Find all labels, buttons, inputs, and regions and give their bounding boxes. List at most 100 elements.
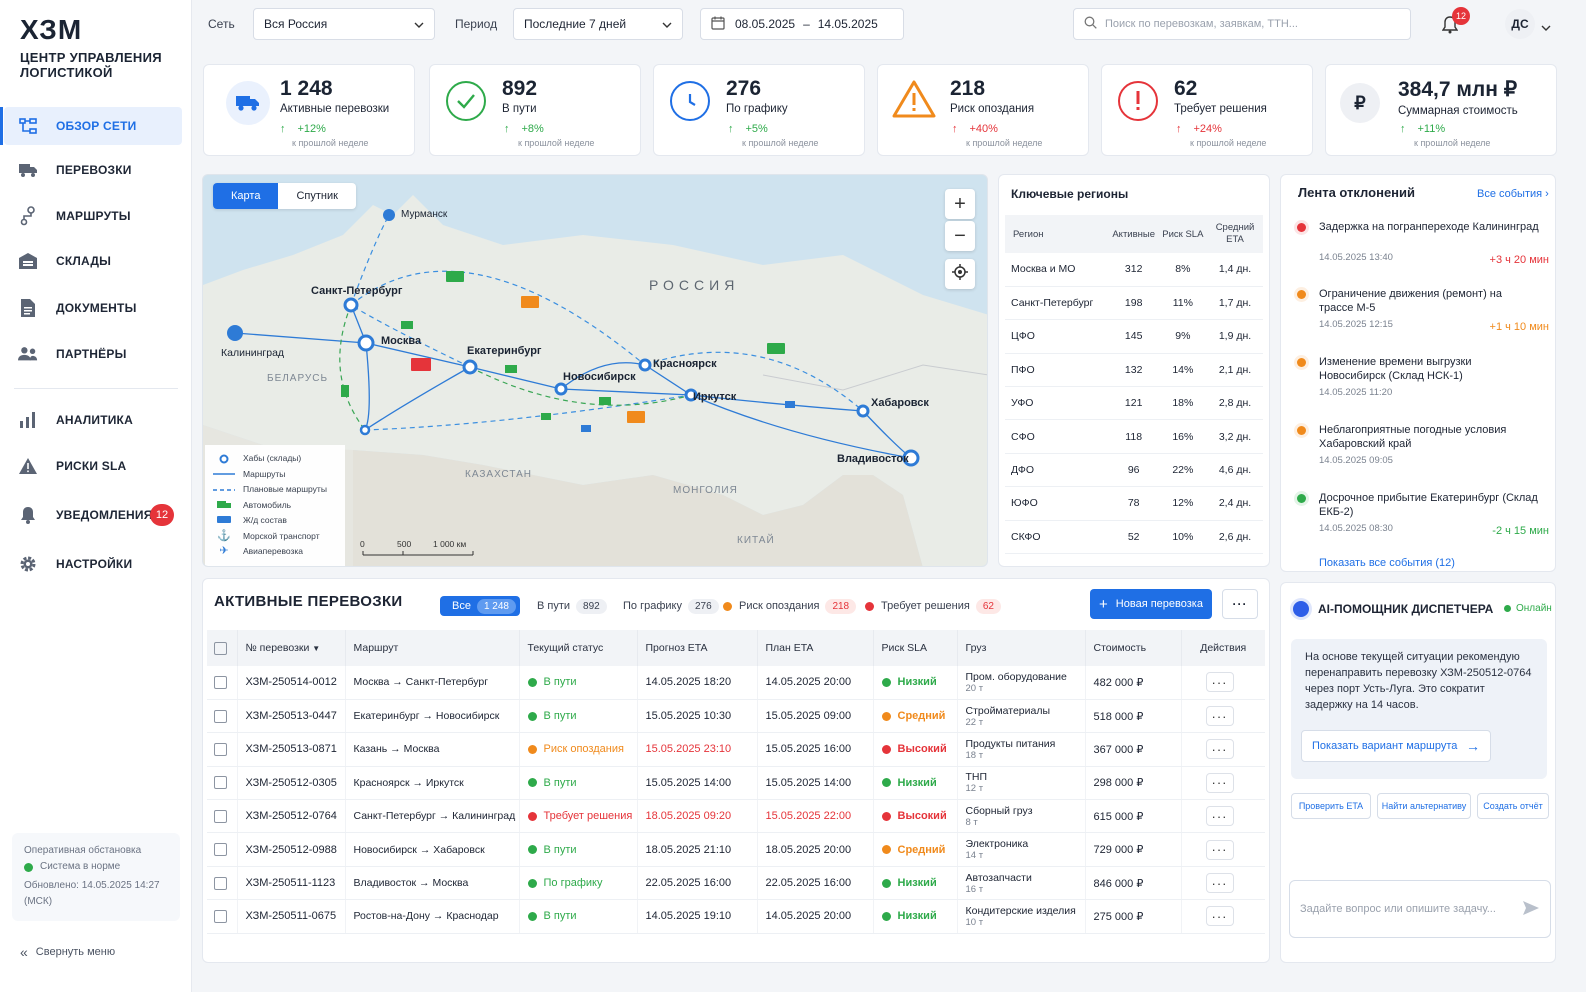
- shipment-id[interactable]: ХЗМ-250511-1123: [237, 866, 346, 901]
- city-spb[interactable]: Санкт-Петербург: [311, 285, 402, 297]
- ai-prompt-box[interactable]: [1289, 880, 1551, 938]
- shipment-row[interactable]: ХЗМ-250512-0764 Санкт-Петербург → Калинин…: [207, 799, 1265, 834]
- city-ekaterinburg[interactable]: Екатеринбург: [467, 345, 542, 357]
- shipment-row[interactable]: ХЗМ-250511-1123 Владивосток → Москва По гр…: [207, 866, 1265, 901]
- collapse-menu-button[interactable]: « Свернуть меню: [20, 944, 115, 960]
- sidebar-item-settings[interactable]: НАСТРОЙКИ: [4, 545, 182, 583]
- kpi-needs-decision[interactable]: 62 Требует решения ↑ +24% к прошлой недел…: [1101, 64, 1313, 156]
- new-shipment-button[interactable]: + Новая перевозка: [1090, 589, 1212, 619]
- shipment-id[interactable]: ХЗМ-250512-0988: [237, 832, 346, 867]
- feed-item[interactable]: Досрочное прибытие Екатеринбург (Склад Е…: [1295, 491, 1549, 553]
- col-shipment-id[interactable]: № перевозки ▼: [237, 630, 346, 666]
- region-row[interactable]: ДФО 96 22% 4,6 дн.: [1005, 453, 1263, 488]
- shipment-id[interactable]: ХЗМ-250512-0305: [237, 766, 346, 801]
- shipment-id[interactable]: ХЗМ-250513-0871: [237, 732, 346, 767]
- kpi-total-cost[interactable]: ₽ 384,7 млн ₽ Суммарная стоимость ↑ +11% …: [1325, 64, 1557, 156]
- network-map[interactable]: Карта Спутник + − РОССИЯ БЕЛАРУСЬ КАЗАХС…: [202, 174, 988, 567]
- shipment-row[interactable]: ХЗМ-250514-0012 Москва → Санкт-Петербург В…: [207, 666, 1265, 700]
- region-row[interactable]: Санкт-Петербург 198 11% 1,7 дн.: [1005, 286, 1263, 321]
- select-all-checkbox[interactable]: [214, 641, 227, 655]
- region-row[interactable]: УФО 121 18% 2,8 дн.: [1005, 386, 1263, 421]
- row-actions-button[interactable]: ···: [1205, 739, 1234, 760]
- row-checkbox[interactable]: [214, 909, 227, 923]
- region-row[interactable]: Москва и МО 312 8% 1,4 дн.: [1005, 253, 1263, 287]
- col-route[interactable]: Маршрут: [345, 630, 520, 666]
- show-all-events-link[interactable]: Показать все события (12): [1319, 557, 1455, 569]
- sidebar-item-documents[interactable]: ДОКУМЕНТЫ: [4, 289, 182, 327]
- region-row[interactable]: СФО 118 16% 3,2 дн.: [1005, 419, 1263, 454]
- find-alternative-chip[interactable]: Найти альтернативу: [1377, 793, 1471, 819]
- city-novosibirsk[interactable]: Новосибирск: [563, 371, 636, 383]
- shipment-row[interactable]: ХЗМ-250513-0871 Казань → Москва Риск опозд…: [207, 732, 1265, 767]
- feed-item[interactable]: Изменение времени выгрузки Новосибирск (…: [1295, 355, 1549, 417]
- ai-prompt-input[interactable]: [1300, 903, 1510, 915]
- city-irkutsk[interactable]: Иркутск: [693, 391, 736, 403]
- col-status[interactable]: Текущий статус: [519, 630, 638, 666]
- zoom-in-button[interactable]: +: [945, 189, 975, 219]
- search-input[interactable]: [1105, 18, 1385, 30]
- shipment-row[interactable]: ХЗМ-250511-0675 Ростов-на-Дону → Краснода…: [207, 899, 1265, 934]
- filter-needs-decision[interactable]: Требует решения 62: [865, 596, 1001, 616]
- sidebar-item-analytics[interactable]: АНАЛИТИКА: [4, 401, 182, 439]
- col-actions[interactable]: Действия: [1181, 630, 1265, 666]
- send-icon[interactable]: [1522, 900, 1540, 919]
- kpi-delay-risk[interactable]: 218 Риск опоздания ↑ +40% к прошлой недел…: [877, 64, 1089, 156]
- shipment-row[interactable]: ХЗМ-250512-0988 Новосибирск → Хабаровск В …: [207, 832, 1265, 867]
- city-moscow[interactable]: Москва: [381, 335, 421, 347]
- kpi-on-schedule[interactable]: 276 По графику ↑ +5% к прошлой неделе: [653, 64, 865, 156]
- kpi-active-shipments[interactable]: 1 248 Активные перевозки ↑ +12% к прошлой…: [203, 64, 415, 156]
- sidebar-item-sla-risks[interactable]: РИСКИ SLA: [4, 447, 182, 485]
- col-avg-eta[interactable]: Средний ETA: [1207, 215, 1263, 253]
- shipment-id[interactable]: ХЗМ-250513-0447: [237, 699, 346, 734]
- row-actions-button[interactable]: ···: [1205, 906, 1234, 927]
- row-checkbox[interactable]: [214, 742, 227, 756]
- col-cost[interactable]: Стоимость: [1085, 630, 1182, 666]
- shipment-id[interactable]: ХЗМ-250512-0764: [237, 799, 346, 834]
- sidebar-item-network[interactable]: ОБЗОР СЕТИ: [0, 107, 182, 145]
- row-actions-button[interactable]: ···: [1205, 806, 1234, 827]
- shipment-row[interactable]: ХЗМ-250513-0447 Екатеринбург → Новосибирс…: [207, 699, 1265, 734]
- user-avatar[interactable]: ДС: [1505, 9, 1535, 39]
- tab-map[interactable]: Карта: [213, 183, 279, 209]
- col-cargo[interactable]: Груз: [957, 630, 1086, 666]
- row-checkbox[interactable]: [214, 776, 227, 790]
- network-select[interactable]: Вся Россия: [253, 8, 435, 40]
- create-report-chip[interactable]: Создать отчёт: [1477, 793, 1549, 819]
- filter-in-transit[interactable]: В пути 892: [537, 596, 607, 616]
- col-sla-risk[interactable]: Риск SLA: [873, 630, 958, 666]
- row-actions-button[interactable]: ···: [1205, 873, 1234, 894]
- chevron-down-icon[interactable]: [1541, 20, 1551, 34]
- date-range-picker[interactable]: 08.05.2025 – 14.05.2025: [700, 8, 904, 40]
- region-row[interactable]: СКФО 52 10% 2,6 дн.: [1005, 520, 1263, 555]
- col-forecast-eta[interactable]: Прогноз ETA: [637, 630, 758, 666]
- locate-button[interactable]: [945, 259, 975, 289]
- region-row[interactable]: ЦФО 145 9% 1,9 дн.: [1005, 319, 1263, 354]
- col-select-all[interactable]: [207, 630, 238, 666]
- feed-item[interactable]: Неблагоприятные погодные условия Хабаров…: [1295, 423, 1549, 485]
- filter-all[interactable]: Все 1 248: [440, 596, 520, 616]
- col-region[interactable]: Регион: [1005, 215, 1109, 253]
- city-khabarovsk[interactable]: Хабаровск: [871, 397, 929, 409]
- sidebar-item-warehouses[interactable]: СКЛАДЫ: [4, 242, 182, 280]
- region-row[interactable]: ПФО 132 14% 2,1 дн.: [1005, 353, 1263, 388]
- shipment-id[interactable]: ХЗМ-250511-0675: [237, 899, 346, 934]
- notifications-button[interactable]: 12: [1438, 7, 1470, 38]
- row-checkbox[interactable]: [214, 843, 227, 857]
- sidebar-item-partners[interactable]: ПАРТНЁРЫ: [4, 335, 182, 373]
- shipment-id[interactable]: ХЗМ-250514-0012: [237, 666, 346, 700]
- sidebar-item-routes[interactable]: МАРШРУТЫ: [4, 197, 182, 235]
- show-route-button[interactable]: Показать вариант маршрута →: [1301, 730, 1491, 762]
- tab-satellite[interactable]: Спутник: [278, 183, 355, 209]
- col-sla-risk[interactable]: Риск SLA: [1158, 215, 1207, 253]
- col-plan-eta[interactable]: План ETA: [757, 630, 874, 666]
- region-row[interactable]: ЮФО 78 12% 2,4 дн.: [1005, 486, 1263, 521]
- row-actions-button[interactable]: ···: [1205, 706, 1234, 727]
- period-select[interactable]: Последние 7 дней: [513, 8, 683, 40]
- filter-delay-risk[interactable]: Риск опоздания 218: [723, 596, 857, 616]
- city-krasnoyarsk[interactable]: Красноярск: [653, 358, 717, 370]
- feed-item[interactable]: Задержка на погранпереходе Калининград 14…: [1295, 220, 1549, 282]
- filter-on-schedule[interactable]: По графику 276: [623, 596, 719, 616]
- zoom-out-button[interactable]: −: [945, 221, 975, 251]
- row-checkbox[interactable]: [214, 675, 227, 689]
- city-kaliningrad[interactable]: Калининград: [221, 347, 284, 359]
